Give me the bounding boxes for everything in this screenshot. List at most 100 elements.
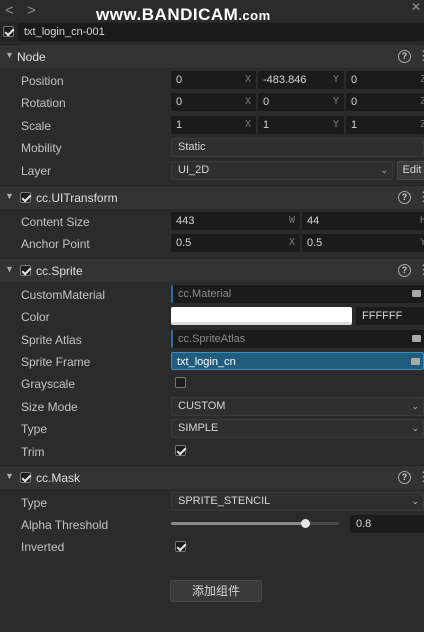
content-size-height-field[interactable]: 44 H: [302, 212, 424, 230]
size-mode-value: CUSTOM: [178, 400, 226, 412]
sprite-frame-label: Sprite Frame: [21, 355, 91, 369]
pin-icon[interactable]: ✕: [411, 0, 421, 14]
node-section-title: Node: [17, 50, 46, 64]
scale-x-field[interactable]: 1X: [171, 116, 256, 134]
rotation-z-field[interactable]: 0Z: [346, 93, 424, 111]
custom-material-label: CustomMaterial: [21, 288, 106, 302]
mobility-label: Mobility: [21, 141, 62, 155]
node-active-checkbox[interactable]: [3, 26, 14, 37]
mask-type-label: Type: [21, 496, 48, 510]
anchor-point-x-value: 0.5: [176, 237, 192, 249]
chevron-down-icon: ⌄: [411, 496, 419, 506]
color-hex-field[interactable]: FFFFFF: [356, 307, 424, 325]
watermark-suffix: .com: [238, 8, 271, 23]
custom-material-asset-field[interactable]: cc.Material: [171, 285, 424, 303]
scale-x-value: 1: [176, 119, 183, 131]
uitransform-section-header[interactable]: ▼ cc.UITransform ? ⋮: [0, 185, 424, 209]
axis-x-label: X: [244, 119, 251, 130]
scale-z-value: 1: [351, 119, 358, 131]
axis-y-label: Y: [332, 119, 339, 130]
chevron-down-icon: ⌄: [411, 401, 419, 411]
sprite-section-title: cc.Sprite: [36, 264, 83, 278]
anchor-point-x-field[interactable]: 0.5 X: [171, 234, 300, 252]
axis-z-label: Z: [419, 74, 424, 85]
rotation-x-field[interactable]: 0X: [171, 93, 256, 111]
rotation-y-field[interactable]: 0Y: [258, 93, 344, 111]
more-options-icon[interactable]: ⋮: [417, 262, 424, 278]
scale-y-field[interactable]: 1Y: [258, 116, 344, 134]
layer-select[interactable]: UI_2D ⌄: [171, 161, 393, 180]
anchor-point-label: Anchor Point: [21, 237, 90, 251]
folder-icon[interactable]: [411, 358, 420, 365]
mask-enabled-checkbox[interactable]: [20, 472, 31, 483]
scale-z-field[interactable]: 1Z: [346, 116, 424, 134]
alpha-threshold-label: Alpha Threshold: [21, 518, 109, 532]
sprite-frame-asset-field[interactable]: txt_login_cn: [171, 352, 424, 370]
chevron-down-icon: ⌄: [411, 423, 419, 433]
inverted-checkbox[interactable]: [175, 541, 186, 552]
title-bar: < > www.BANDICAM.com ✕: [0, 0, 424, 24]
anchor-point-y-field[interactable]: 0.5 Y: [302, 234, 424, 252]
collapse-caret-icon[interactable]: ▼: [5, 264, 14, 274]
help-icon[interactable]: ?: [398, 191, 411, 204]
help-icon[interactable]: ?: [398, 264, 411, 277]
position-x-value: 0: [176, 74, 183, 86]
content-size-width-value: 443: [176, 215, 195, 227]
size-mode-select[interactable]: CUSTOM ⌄: [171, 397, 424, 416]
more-options-icon[interactable]: ⋮: [417, 48, 424, 64]
collapse-caret-icon[interactable]: ▼: [5, 50, 14, 60]
axis-x-label: X: [244, 96, 251, 107]
axis-z-label: Z: [419, 96, 424, 107]
sprite-atlas-value: cc.SpriteAtlas: [178, 333, 246, 345]
sprite-atlas-asset-field[interactable]: cc.SpriteAtlas: [171, 330, 424, 348]
node-section-header[interactable]: ▼ Node ? ⋮: [0, 44, 424, 68]
content-size-height-value: 44: [307, 215, 320, 227]
content-size-width-field[interactable]: 443 W: [171, 212, 300, 230]
sprite-section-header[interactable]: ▼ cc.Sprite ? ⋮: [0, 258, 424, 282]
trim-label: Trim: [21, 445, 45, 459]
sprite-enabled-checkbox[interactable]: [20, 265, 31, 276]
alpha-threshold-slider[interactable]: [171, 519, 339, 528]
more-options-icon[interactable]: ⋮: [417, 469, 424, 485]
mobility-select[interactable]: Static: [171, 138, 424, 157]
layer-edit-button[interactable]: Edit: [397, 161, 424, 180]
uitransform-enabled-checkbox[interactable]: [20, 192, 31, 203]
folder-icon[interactable]: [412, 335, 421, 342]
add-component-button[interactable]: 添加组件: [170, 580, 262, 602]
position-x-field[interactable]: 0X: [171, 71, 256, 89]
node-name-input[interactable]: txt_login_cn-001: [18, 23, 424, 41]
anchor-point-y-value: 0.5: [307, 237, 323, 249]
alpha-threshold-input[interactable]: 0.8: [350, 515, 424, 533]
axis-w-label: W: [288, 215, 295, 226]
inverted-label: Inverted: [21, 540, 65, 554]
layer-label: Layer: [21, 164, 52, 178]
forward-arrow-icon[interactable]: >: [27, 2, 36, 19]
sprite-type-label: Type: [21, 422, 48, 436]
position-z-field[interactable]: 0Z: [346, 71, 424, 89]
mobility-value: Static: [178, 141, 206, 153]
axis-z-label: Z: [419, 119, 424, 130]
position-y-field[interactable]: -483.846 Y: [258, 71, 344, 89]
axis-y-label: Y: [332, 74, 339, 85]
position-y-value: -483.846: [263, 74, 307, 86]
rotation-label: Rotation: [21, 96, 66, 110]
folder-icon[interactable]: [412, 290, 421, 297]
mask-section-header[interactable]: ▼ cc.Mask ? ⋮: [0, 465, 424, 489]
help-icon[interactable]: ?: [398, 50, 411, 63]
collapse-caret-icon[interactable]: ▼: [5, 471, 14, 481]
more-options-icon[interactable]: ⋮: [417, 189, 424, 205]
collapse-caret-icon[interactable]: ▼: [5, 191, 14, 201]
back-arrow-icon[interactable]: <: [5, 2, 14, 19]
grayscale-checkbox[interactable]: [175, 377, 186, 388]
slider-thumb[interactable]: [300, 519, 310, 528]
sprite-type-select[interactable]: SIMPLE ⌄: [171, 419, 424, 438]
help-icon[interactable]: ?: [398, 471, 411, 484]
trim-checkbox[interactable]: [175, 445, 186, 456]
layer-value: UI_2D: [178, 164, 210, 176]
mask-section-title: cc.Mask: [36, 471, 81, 485]
sprite-frame-value: txt_login_cn: [177, 356, 236, 368]
color-swatch[interactable]: [171, 307, 352, 325]
axis-x-label: X: [288, 237, 295, 248]
grayscale-label: Grayscale: [21, 377, 76, 391]
mask-type-select[interactable]: SPRITE_STENCIL ⌄: [171, 492, 424, 511]
